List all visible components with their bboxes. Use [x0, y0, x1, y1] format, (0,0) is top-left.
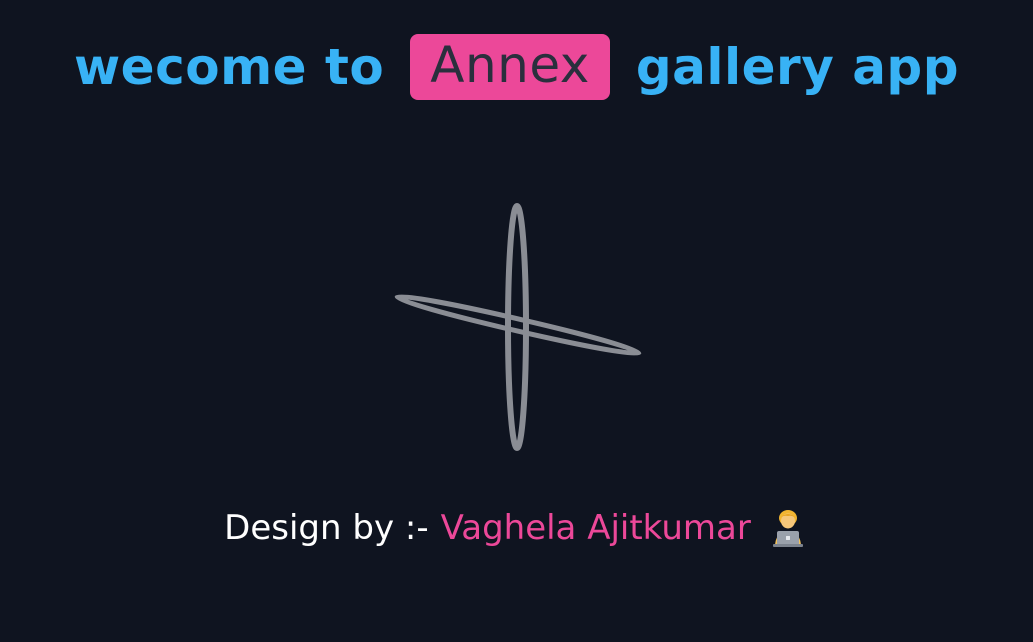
welcome-headline: wecome to Annex gallery app	[0, 22, 1033, 112]
spinning-rings-loader-icon	[394, 203, 642, 451]
credit-prefix: Design by :-	[224, 508, 429, 548]
technologist-emoji-icon	[772, 510, 803, 547]
headline-suffix: gallery app	[635, 38, 960, 96]
loader-ring-tilted	[394, 294, 642, 356]
credit-author-name: Vaghela Ajitkumar	[440, 508, 751, 548]
design-credit: Design by :- Vaghela Ajitkumar	[0, 500, 1033, 556]
brand-badge: Annex	[410, 34, 610, 100]
headline-prefix: wecome to	[73, 38, 385, 96]
